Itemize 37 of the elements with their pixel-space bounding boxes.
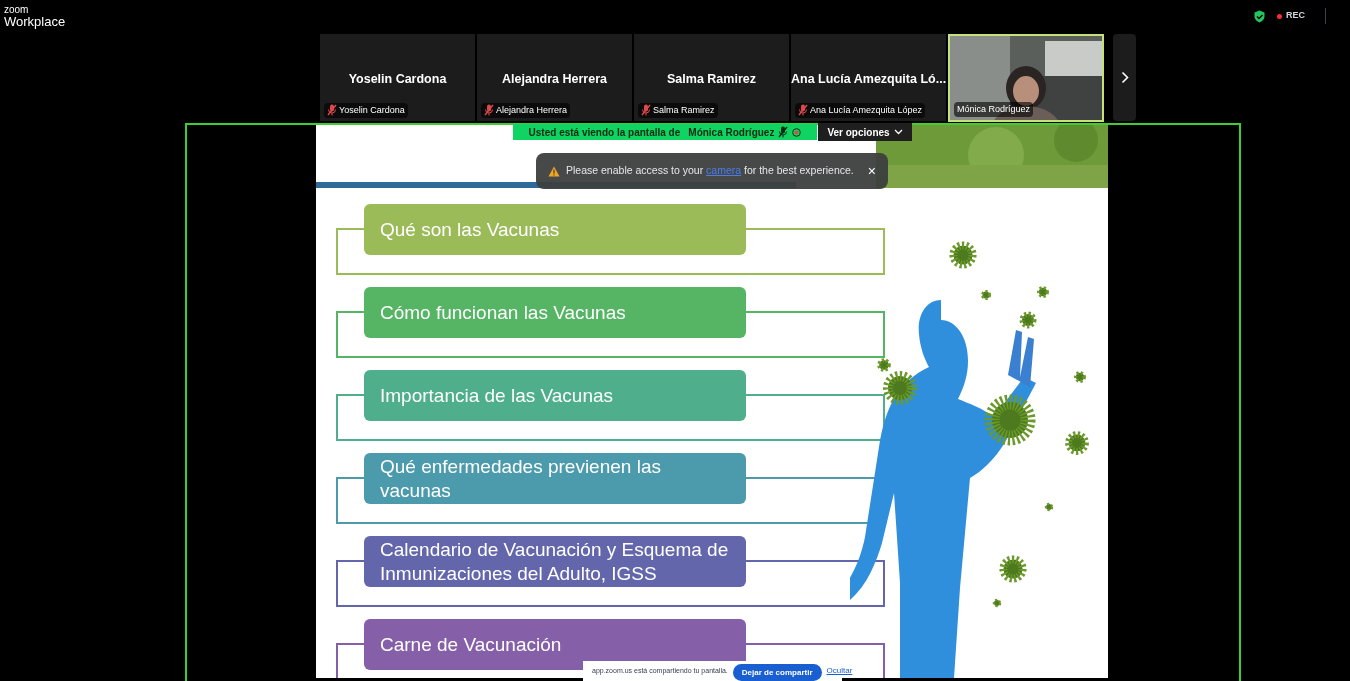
stop-sharing-button[interactable]: Dejar de compartir xyxy=(732,664,822,681)
name-label-text: Mónica Rodríguez xyxy=(957,102,1031,116)
topic-text: Importancia de las Vacunas xyxy=(380,383,614,408)
participant-name: Salma Ramirez xyxy=(666,71,757,88)
topic-text: Carne de Vacunación xyxy=(380,632,562,657)
chevron-down-icon xyxy=(893,129,903,135)
brand-small-text: zoom xyxy=(4,4,30,15)
participant-tile[interactable]: Alejandra Herrera Alejandra Herrera xyxy=(477,34,632,121)
banner-text: Usted está viendo la pantalla de xyxy=(528,125,681,140)
toast-message: Please enable access to your camera for the best experience. xyxy=(566,163,854,179)
record-dot-icon xyxy=(792,127,802,137)
participant-name: Alejandra Herrera xyxy=(501,71,608,88)
brand-text: Workplace xyxy=(4,14,66,28)
hide-link[interactable]: Ocultar xyxy=(826,665,853,677)
name-label-text: Yoselin Cardona xyxy=(339,103,405,117)
view-options-button[interactable]: Ver opciones xyxy=(818,123,912,141)
participant-tile[interactable]: Ana Lucía Amezquita Ló... Ana Lucía Amezquita López xyxy=(791,34,946,121)
participant-tile[interactable]: Mónica Rodríguez xyxy=(948,34,1104,122)
muted-mic-icon xyxy=(778,126,789,138)
presenter-name: Mónica Rodríguez xyxy=(688,125,775,140)
participant-tile[interactable]: Yoselin Cardona Yoselin Cardona xyxy=(320,34,475,121)
topic-text: Qué son las Vacunas xyxy=(380,217,560,242)
topic-text: Qué enfermedades previenen las vacunas xyxy=(380,454,662,503)
name-label-text: Ana Lucía Amezquita López xyxy=(810,103,923,117)
chevron-right-icon xyxy=(1120,71,1129,84)
participant-name: Yoselin Cardona xyxy=(347,71,448,88)
topic-text: Cómo funcionan las Vacunas xyxy=(380,300,626,325)
name-label-text: Salma Ramirez xyxy=(653,103,715,117)
recording-indicator: REC xyxy=(1277,9,1305,23)
participant-name: Ana Lucía Amezquita Ló... xyxy=(791,71,946,88)
warning-icon xyxy=(548,165,560,177)
topic-text: Calendario de Vacunación y Esquema de Inmunizaciones del Adulto, IGSS xyxy=(380,537,730,586)
shield-check-icon xyxy=(1254,9,1265,23)
participant-tile[interactable]: Salma Ramirez Salma Ramirez xyxy=(634,34,789,121)
next-page-button[interactable] xyxy=(1113,34,1136,121)
name-label-text: Alejandra Herrera xyxy=(496,103,568,117)
close-button[interactable]: × xyxy=(867,164,876,178)
